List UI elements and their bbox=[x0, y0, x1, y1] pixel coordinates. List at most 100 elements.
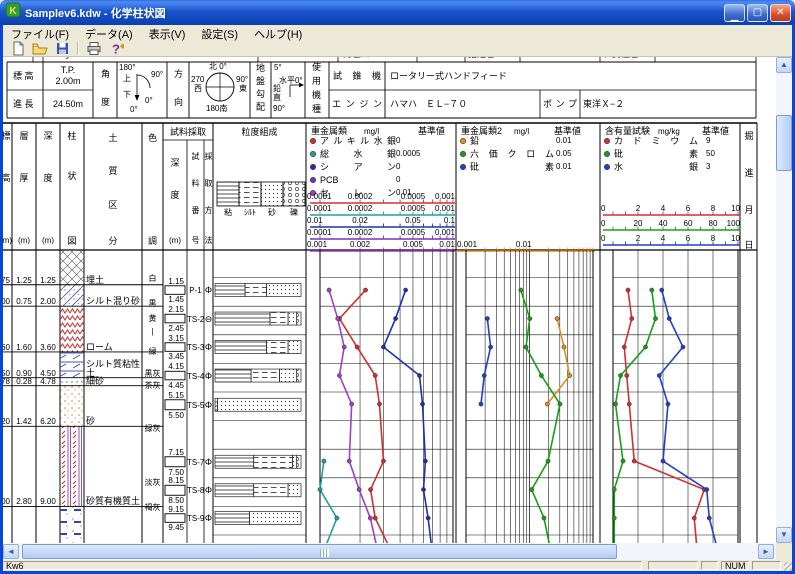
sheet-text: (m) bbox=[14, 236, 34, 245]
scroll-left-button[interactable]: ◄ bbox=[3, 544, 19, 559]
axis-label: 10 bbox=[700, 204, 740, 213]
open-folder-icon bbox=[32, 41, 48, 56]
sheet-text: 進 bbox=[741, 168, 757, 178]
length-value: 24.50m bbox=[43, 99, 93, 109]
engine-value: ハマハ ＥＬ−７０ bbox=[390, 99, 467, 109]
slope-label: 地 bbox=[256, 63, 265, 73]
maximize-button[interactable]: ▢ bbox=[747, 4, 768, 22]
scroll-down-button[interactable]: ▼ bbox=[776, 527, 792, 543]
axis-label: 0.001 bbox=[457, 240, 477, 249]
engine-label: エンジン bbox=[332, 99, 382, 109]
sample-depth-top: 5.15 bbox=[164, 391, 184, 400]
sample-depth-top: 7.15 bbox=[164, 448, 184, 457]
sheet-text: 柱 bbox=[62, 131, 82, 141]
sheet-text: 層 bbox=[14, 131, 34, 141]
toolbar-separator bbox=[77, 42, 79, 55]
status-pane-1 bbox=[648, 561, 698, 570]
sheet-text: 状 bbox=[62, 171, 82, 181]
sampling-method-symbol: Φ bbox=[204, 400, 213, 410]
app-icon: K bbox=[5, 2, 21, 23]
save-button[interactable] bbox=[51, 41, 73, 57]
axis-label: 0 bbox=[601, 234, 605, 243]
sheet-text: 0° bbox=[145, 96, 153, 105]
color-tone: 茶灰 bbox=[143, 381, 162, 390]
color-tone: 緑灰 bbox=[143, 424, 162, 433]
sheet-text: 度 bbox=[101, 97, 110, 107]
legend-series-name: 水銀 bbox=[614, 162, 698, 172]
help-button[interactable]: ?◆ bbox=[105, 41, 127, 57]
elevation-label: 標 高 bbox=[13, 71, 34, 81]
sample-depth-bottom: 1.45 bbox=[164, 295, 184, 304]
elevation-value: T.P. bbox=[43, 65, 93, 75]
sheet-text: 取 bbox=[204, 179, 213, 188]
vertical-scroll-thumb[interactable] bbox=[776, 115, 792, 171]
depth-value: 3.60 bbox=[36, 343, 60, 352]
window-border-left bbox=[0, 25, 3, 574]
drill-label: 試錐機 bbox=[333, 71, 381, 81]
sheet-text: 90° bbox=[273, 104, 285, 113]
axis-label: 0.1 bbox=[415, 216, 455, 225]
elevation-value: .20 bbox=[3, 417, 10, 426]
legend-standard-value: 3 bbox=[706, 162, 710, 171]
sheet-text: 粘 bbox=[217, 208, 239, 217]
close-button[interactable]: ✕ bbox=[770, 4, 791, 22]
elevation-value: .00 bbox=[3, 297, 10, 306]
sheet-text: 鉛 bbox=[273, 84, 281, 93]
axis-label: 0.0002 bbox=[340, 228, 380, 237]
sheet-text: 90° bbox=[151, 70, 163, 79]
thickness-value: 0.28 bbox=[12, 377, 36, 386]
sheet-text: 厚 bbox=[14, 173, 34, 183]
open-file-button[interactable] bbox=[29, 41, 51, 57]
toolbar: ?◆ bbox=[3, 41, 792, 57]
sheet-text: (m) bbox=[163, 236, 187, 245]
sampling-method-symbol: ⊖ bbox=[204, 314, 213, 324]
vertical-scrollbar[interactable]: ▲ ▼ bbox=[776, 57, 792, 543]
thickness-value: 1.25 bbox=[12, 276, 36, 285]
svg-text:◆: ◆ bbox=[120, 43, 124, 50]
status-num-indicator: NUM bbox=[721, 561, 749, 570]
sheet-text: 0° bbox=[130, 105, 138, 114]
minimize-button[interactable]: ▁ bbox=[724, 4, 745, 22]
scroll-right-button[interactable]: ► bbox=[758, 544, 774, 559]
scroll-up-button[interactable]: ▲ bbox=[776, 57, 792, 73]
print-button[interactable] bbox=[83, 41, 105, 57]
horizontal-scrollbar[interactable]: ◄ ► bbox=[3, 543, 776, 560]
machine-label: 用 bbox=[312, 76, 321, 86]
sheet-text: 90° bbox=[236, 75, 248, 84]
legend-standard-value: 0.01 bbox=[556, 136, 572, 145]
soil-name: シルト混り砂 bbox=[86, 296, 140, 306]
elevation-value: .78 bbox=[3, 377, 10, 386]
sheet-text: 下 bbox=[123, 90, 131, 99]
panel-unit: mg/kg bbox=[658, 127, 680, 136]
status-bar: Kw6 NUM bbox=[0, 560, 795, 571]
axis-label: 0.01 bbox=[415, 240, 455, 249]
sample-number: TS-5 bbox=[187, 401, 204, 410]
title-bar[interactable]: K Samplev6.kdw - 化学柱状図 ▁ ▢ ✕ bbox=[0, 0, 795, 25]
axis-label: 0.0001 bbox=[307, 204, 331, 213]
machine-label: 種 bbox=[312, 104, 321, 114]
sample-depth-top: 3.15 bbox=[164, 334, 184, 343]
sample-number: TS-2 bbox=[187, 315, 204, 324]
sample-depth-top: 8.15 bbox=[164, 476, 184, 485]
axis-label: 0 bbox=[601, 219, 605, 228]
legend-series-name: 砒素 bbox=[470, 162, 554, 172]
app-window: K Samplev6.kdw - 化学柱状図 ▁ ▢ ✕ ファイル(F)データ(… bbox=[0, 0, 795, 574]
soil-name: 埋土 bbox=[86, 275, 104, 285]
legend-standard-value: 0 bbox=[396, 162, 400, 171]
sheet-text: 水平0° bbox=[279, 76, 303, 85]
elevation-value: .75 bbox=[3, 276, 10, 285]
sampling-method-symbol: Φ bbox=[204, 457, 213, 467]
horizontal-scroll-thumb[interactable] bbox=[22, 544, 617, 559]
soil-name: 砂質有機質土 bbox=[86, 496, 140, 506]
slope-label: 配 bbox=[256, 102, 265, 112]
sheet-text: ｼﾙﾄ bbox=[239, 208, 261, 217]
legend-standard-value: 0.0005 bbox=[396, 149, 420, 158]
panel-title: 重金属類2 bbox=[461, 126, 502, 136]
new-file-button[interactable] bbox=[7, 41, 29, 57]
help-icon: ?◆ bbox=[109, 41, 124, 56]
slope-label: 盤 bbox=[256, 76, 265, 86]
legend-standard-value: 0.01 bbox=[556, 162, 572, 171]
color-tone: 黒灰 bbox=[143, 369, 162, 378]
sheet-text: 北 0° bbox=[209, 62, 227, 71]
sheet-text: 砂 bbox=[261, 208, 283, 217]
